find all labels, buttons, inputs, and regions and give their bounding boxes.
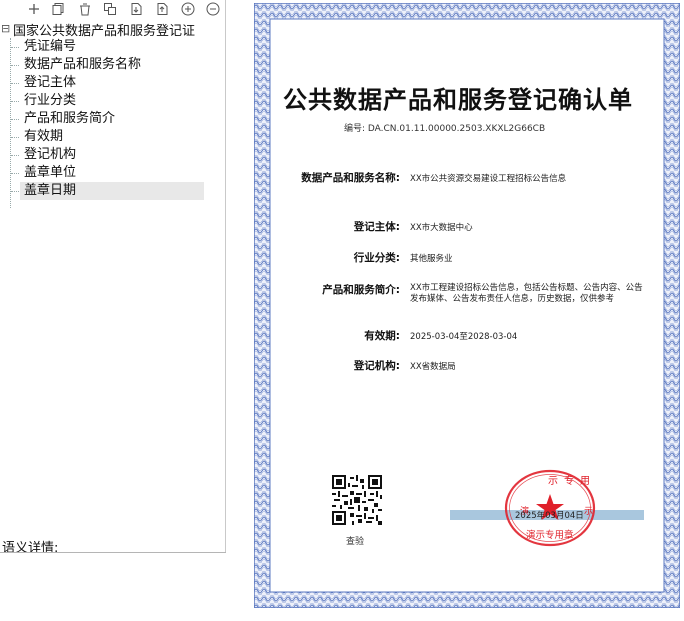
tree-item-validity[interactable]: 有效期 (20, 128, 204, 146)
collapse-toggle-icon[interactable]: ⊟ (1, 23, 11, 34)
verification-qr-code[interactable] (332, 475, 382, 525)
value-registrant: XX市大数据中心 (410, 223, 473, 233)
copy-icon[interactable] (50, 1, 66, 17)
tree-item-registrant[interactable]: 登记主体 (20, 74, 204, 92)
export-icon[interactable] (154, 1, 170, 17)
tree-item-registry[interactable]: 登记机构 (20, 146, 204, 164)
tree-item-product-name[interactable]: 数据产品和服务名称 (20, 56, 204, 74)
tree-connector (11, 119, 19, 120)
tree-item-industry[interactable]: 行业分类 (20, 92, 204, 110)
tree-item-seal-unit[interactable]: 盖章单位 (20, 164, 204, 182)
left-panel: ⊟ 国家公共数据产品和服务登记证 凭证编号 数据产品和服务名称 登记主体 行业分… (0, 0, 226, 621)
tree-connector (11, 191, 19, 192)
tree-item-seal-date[interactable]: 盖章日期 (20, 182, 204, 200)
zoom-out-icon[interactable] (205, 1, 221, 17)
semantic-detail-panel[interactable] (0, 552, 226, 621)
tree-connector (11, 47, 19, 48)
certificate-number: 编号: DA.CN.01.11.00000.2503.XKXL2G66CB (344, 124, 546, 134)
add-icon[interactable] (26, 1, 42, 17)
qr-caption: 查验 (346, 537, 365, 547)
duplicate-icon[interactable] (102, 1, 118, 17)
tree-connector (11, 83, 19, 84)
value-industry: 其他服务业 (410, 254, 453, 264)
tree-item-summary[interactable]: 产品和服务简介 (20, 110, 204, 128)
seal-top-text: 示专用 (548, 476, 596, 487)
tree-connector (11, 137, 19, 138)
value-registry: XX省数据局 (410, 362, 456, 372)
toolbar (0, 0, 226, 18)
import-icon[interactable] (128, 1, 144, 17)
tree-guide-line (10, 38, 11, 208)
delete-icon[interactable] (77, 1, 93, 17)
certificate-title: 公共数据产品和服务登记确认单 (283, 86, 633, 114)
tree-root[interactable]: ⊟ 国家公共数据产品和服务登记证 (0, 20, 196, 39)
seal-right-text: 示 (584, 507, 594, 517)
seal-date: 2025年03月04日 (515, 511, 584, 521)
certificate-viewer: 公共数据产品和服务登记确认单 编号: DA.CN.01.11.00000.250… (232, 0, 684, 621)
tree-connector (11, 65, 19, 66)
tree-connector (11, 173, 19, 174)
tree-root-label: 国家公共数据产品和服务登记证 (13, 23, 196, 39)
value-summary: XX市工程建设招标公告信息，包括公告标题、公告内容、公告发布媒体、公告发布责任人… (410, 283, 643, 304)
seal-bottom-text: 演示专用章 (526, 530, 574, 541)
value-validity: 2025-03-04至2028-03-04 (410, 332, 518, 342)
label-registrant: 登记主体: (353, 221, 400, 233)
label-product-name: 数据产品和服务名称: (301, 172, 400, 184)
value-product-name: XX市公共资源交易建设工程招标公告信息 (410, 174, 567, 184)
tree-connector (11, 155, 19, 156)
label-summary: 产品和服务简介: (322, 284, 400, 296)
label-registry: 登记机构: (353, 360, 400, 372)
tree-item-cert-number[interactable]: 凭证编号 (20, 38, 204, 56)
zoom-in-icon[interactable] (180, 1, 196, 17)
tree-connector (11, 101, 19, 102)
label-validity: 有效期: (364, 330, 400, 342)
label-industry: 行业分类: (353, 252, 400, 264)
